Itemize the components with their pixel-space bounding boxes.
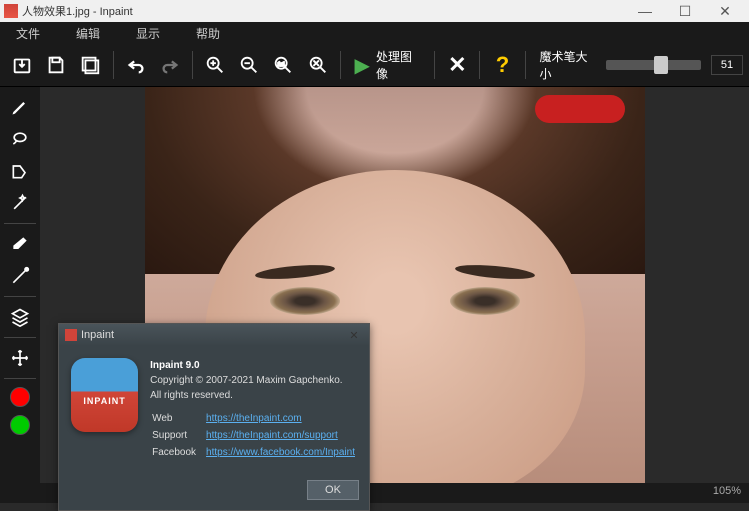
eraser-tool[interactable] [3, 229, 37, 259]
open-button[interactable] [6, 48, 38, 82]
marker-tool[interactable] [3, 92, 37, 122]
zoom-level: 105% [713, 485, 741, 497]
process-label: 处理图像 [376, 48, 420, 82]
menu-help[interactable]: 帮助 [188, 25, 248, 42]
lasso-tool[interactable] [3, 124, 37, 154]
brush-size-input[interactable] [711, 55, 743, 75]
app-icon [4, 4, 18, 18]
app-logo [71, 358, 138, 432]
toolbar: 1:1 ▶ 处理图像 ✕ ? 魔术笔大小 [0, 44, 749, 87]
ok-button[interactable]: OK [307, 480, 359, 500]
move-tool[interactable] [3, 343, 37, 373]
redo-button[interactable] [154, 48, 186, 82]
close-button[interactable]: ✕ [705, 0, 745, 22]
zoom-out-button[interactable] [233, 48, 265, 82]
play-icon: ▶ [355, 53, 370, 78]
support-link[interactable]: https://theInpaint.com/support [206, 430, 338, 441]
polygon-tool[interactable] [3, 156, 37, 186]
minimize-button[interactable]: — [625, 0, 665, 22]
layers-tool[interactable] [3, 302, 37, 332]
brush-size-slider[interactable] [606, 60, 701, 70]
dialog-icon [65, 329, 77, 341]
menu-edit[interactable]: 编辑 [68, 25, 128, 42]
zoom-fit-button[interactable] [301, 48, 333, 82]
support-label: Support [152, 428, 204, 443]
menu-file[interactable]: 文件 [8, 25, 68, 42]
zoom-in-button[interactable] [199, 48, 231, 82]
titlebar: 人物效果1.jpg - Inpaint — ☐ ✕ [0, 0, 749, 22]
batch-button[interactable] [74, 48, 106, 82]
rights-text: All rights reserved. [150, 388, 357, 403]
selection-mark [535, 95, 625, 123]
green-marker-button[interactable] [10, 415, 30, 435]
dialog-titlebar[interactable]: Inpaint ✕ [59, 324, 369, 346]
brush-size-label: 魔术笔大小 [540, 48, 597, 82]
magic-wand-tool[interactable] [3, 188, 37, 218]
tool-sidebar [0, 87, 40, 503]
cancel-button[interactable]: ✕ [441, 48, 473, 82]
help-button[interactable]: ? [486, 48, 518, 82]
red-marker-button[interactable] [10, 387, 30, 407]
undo-button[interactable] [120, 48, 152, 82]
facebook-label: Facebook [152, 445, 204, 460]
menu-view[interactable]: 显示 [128, 25, 188, 42]
dialog-title: Inpaint [81, 329, 114, 341]
menubar: 文件 编辑 显示 帮助 [0, 22, 749, 44]
save-button[interactable] [40, 48, 72, 82]
svg-text:1:1: 1:1 [278, 62, 286, 68]
dialog-close-button[interactable]: ✕ [345, 329, 363, 342]
process-button[interactable]: ▶ 处理图像 [347, 48, 429, 82]
web-link[interactable]: https://theInpaint.com [206, 413, 302, 424]
about-dialog: Inpaint ✕ Inpaint 9.0 Copyright © 2007-2… [58, 323, 370, 511]
copyright-text: Copyright © 2007-2021 Maxim Gapchenko. [150, 373, 357, 388]
web-label: Web [152, 411, 204, 426]
zoom-actual-button[interactable]: 1:1 [267, 48, 299, 82]
line-tool[interactable] [3, 261, 37, 291]
window-title: 人物效果1.jpg - Inpaint [22, 3, 625, 19]
maximize-button[interactable]: ☐ [665, 0, 705, 22]
facebook-link[interactable]: https://www.facebook.com/Inpaint [206, 447, 355, 458]
version-text: Inpaint 9.0 [150, 358, 357, 373]
